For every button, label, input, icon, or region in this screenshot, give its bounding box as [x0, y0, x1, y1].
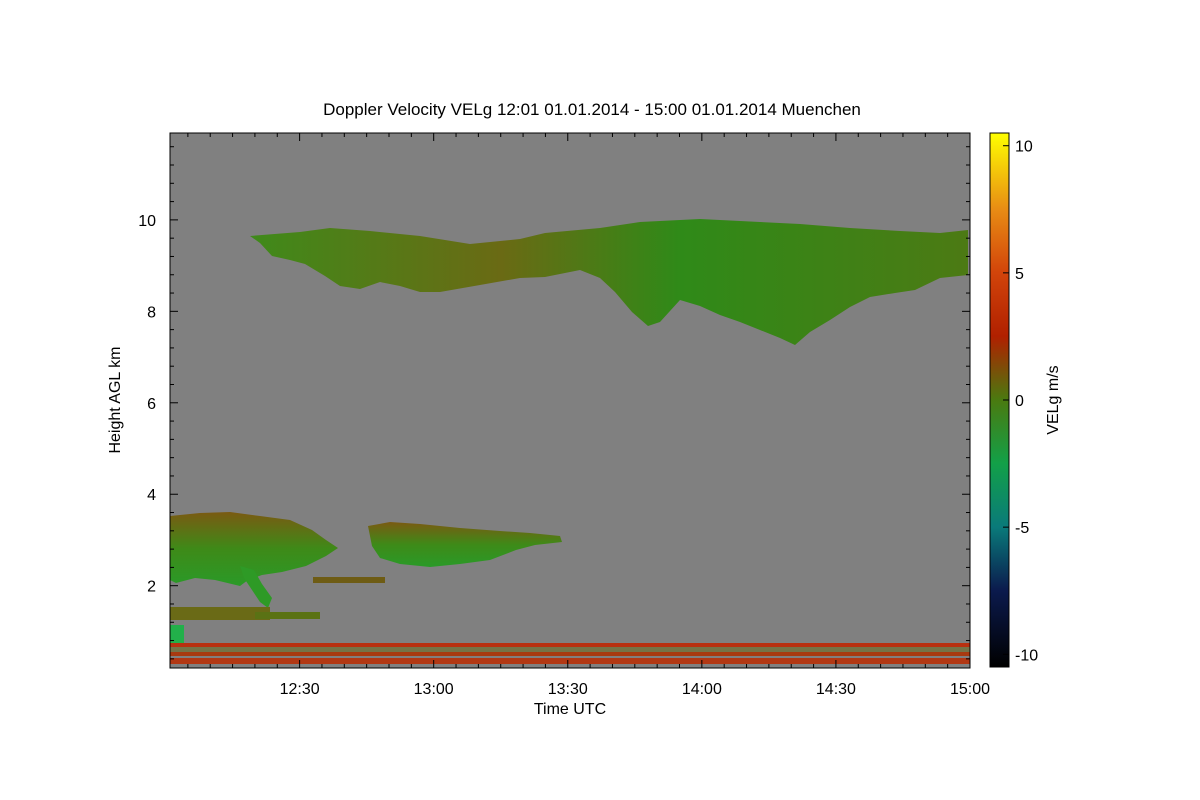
y-tick-label: 2 [147, 579, 156, 596]
y-tick-label: 6 [147, 396, 156, 413]
plot-background [170, 133, 970, 668]
colorbar-tick-label: 5 [1015, 266, 1024, 283]
colorbar: 10 5 0 -5 -10 VELg m/s [989, 132, 1062, 668]
x-tick-label: 12:30 [280, 681, 320, 698]
x-tick-label: 15:00 [950, 681, 990, 698]
clutter-band-3 [170, 658, 970, 664]
x-axis-label: Time UTC [534, 701, 606, 718]
clutter-band-1 [170, 643, 970, 647]
y-tick-label: 8 [147, 304, 156, 321]
chart-title: Doppler Velocity VELg 12:01 01.01.2014 -… [323, 100, 861, 119]
colorbar-tick-label: -5 [1015, 520, 1029, 537]
y-tick-label: 10 [138, 213, 156, 230]
clutter-band-2 [170, 652, 970, 656]
colorbar-tick-label: -10 [1015, 647, 1038, 664]
x-tick-label: 13:30 [548, 681, 588, 698]
colorbar-label: VELg m/s [1045, 365, 1062, 434]
colorbar-tick-label: 10 [1015, 139, 1033, 156]
thin-echo-strip [313, 577, 385, 583]
low-cloud-echo-extension [255, 612, 320, 619]
x-tick-label: 14:30 [816, 681, 856, 698]
y-axis-label: Height AGL km [107, 346, 124, 453]
colorbar-tick-label: 0 [1015, 393, 1024, 410]
x-tick-label: 14:00 [682, 681, 722, 698]
clutter-band-noise [170, 647, 970, 652]
y-tick-label: 4 [147, 487, 156, 504]
x-tick-label: 13:00 [414, 681, 454, 698]
doppler-velocity-figure: Doppler Velocity VELg 12:01 01.01.2014 -… [107, 100, 1062, 718]
plot-area: 12:30 13:00 13:30 14:00 14:30 15:00 2 4 6 8 10 [138, 132, 990, 698]
